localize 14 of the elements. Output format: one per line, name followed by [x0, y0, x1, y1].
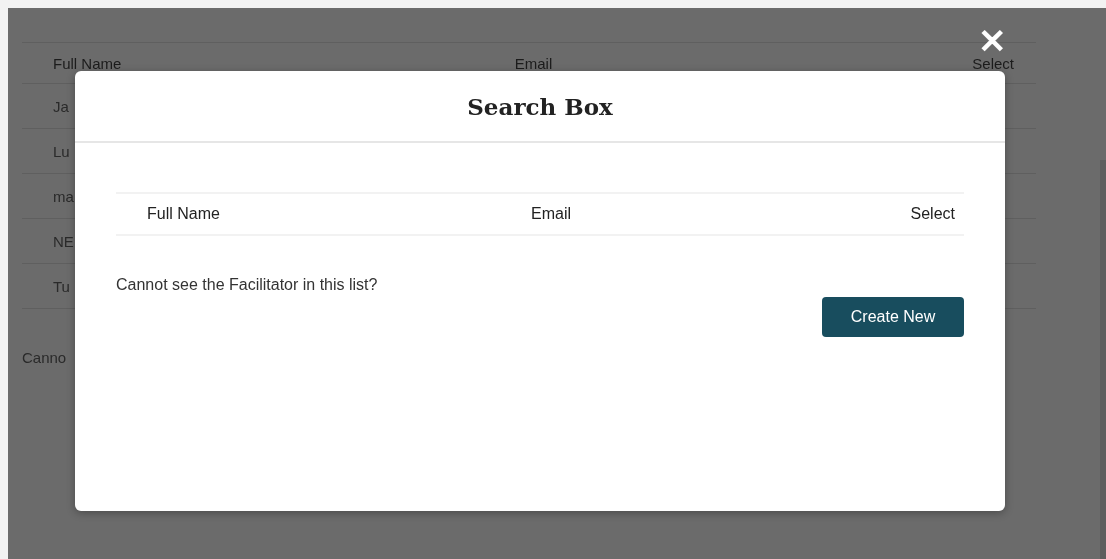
column-header: Email	[514, 54, 553, 72]
table-cell: NE	[53, 232, 74, 250]
column-header: Select	[910, 205, 955, 223]
note-text: Canno	[22, 349, 67, 366]
table-cell: Lu	[53, 142, 70, 160]
dialog-title: Search Box	[75, 71, 1005, 143]
column-header: Full Name	[147, 205, 220, 223]
table-cell: Ja	[53, 97, 69, 115]
note-text: Cannot see the Facilitator in this list?	[116, 276, 378, 294]
create-new-button[interactable]: Create New	[822, 297, 964, 337]
table-cell: Tu	[53, 277, 70, 295]
column-header: Email	[531, 205, 571, 223]
column-header: Full Name	[53, 54, 122, 72]
table-cell: ma	[53, 187, 74, 205]
